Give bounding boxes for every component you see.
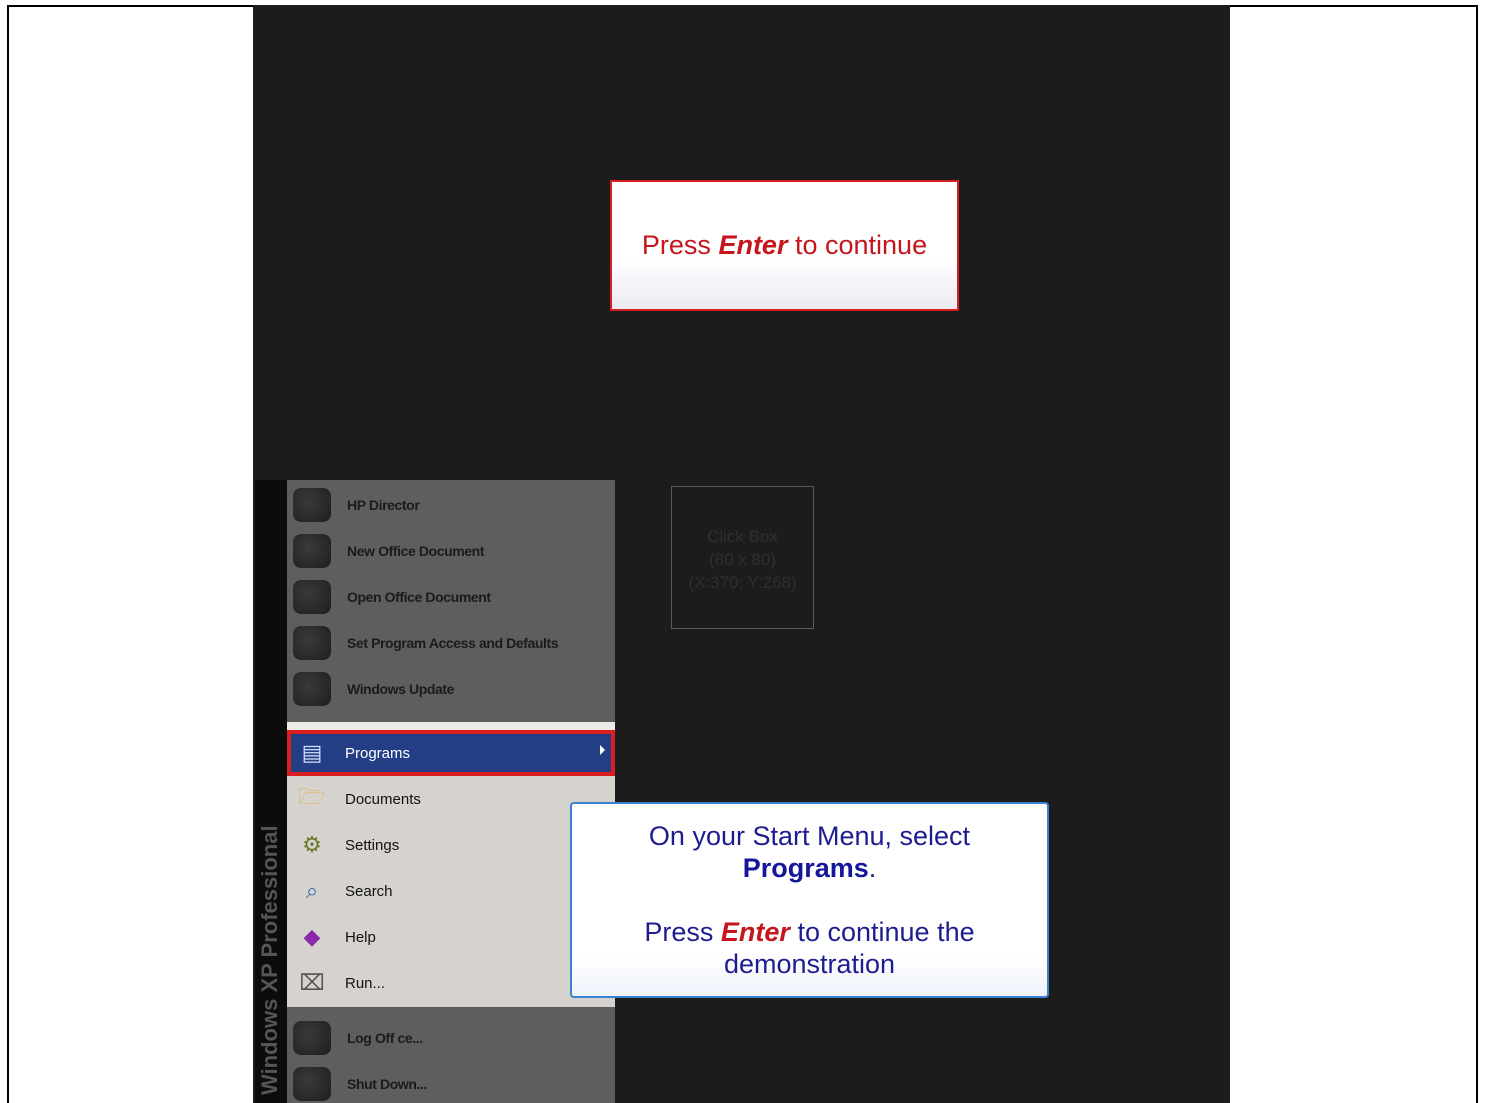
programs-icon: ▤ [301, 740, 323, 765]
menu-item-label: Documents [345, 790, 421, 808]
instruction-callout: On your Start Menu, select Programs. Pre… [570, 802, 1049, 998]
submenu-arrow-icon [600, 745, 605, 755]
menu-item-search[interactable]: ⌕ Search [287, 868, 615, 914]
menu-item-shut-down: Shut Down... [287, 1061, 615, 1103]
run-icon: ⌧ [299, 970, 325, 995]
click-box-size: (80 x 80) [708, 550, 777, 569]
menu-item-run[interactable]: ⌧ Run... [287, 960, 615, 1006]
menu-item-label: Settings [345, 836, 400, 854]
hp-director-icon [293, 488, 331, 522]
click-box[interactable]: Click Box (80 x 80) (X:370; Y:268) [671, 486, 814, 629]
click-box-coords: (X:370; Y:268) [688, 573, 797, 592]
dimmed-top-items: HP Director New Office Document Open Off… [287, 480, 615, 722]
new-document-icon [293, 534, 331, 568]
callout-demonstration: demonstration [723, 949, 896, 979]
menu-item-label: New Office Document [347, 543, 485, 559]
menu-item-label: Log Off ce... [347, 1030, 423, 1046]
windows-update-icon [293, 672, 331, 706]
menu-item-settings[interactable]: ⚙ Settings [287, 822, 615, 868]
press-enter-box[interactable]: Press Enter to continue [610, 180, 959, 311]
menu-item-help[interactable]: ◆ Help [287, 914, 615, 960]
shut-down-icon [293, 1067, 331, 1101]
menu-item-open-office-document: Open Office Document [287, 574, 615, 620]
menu-item-log-off: Log Off ce... [287, 1015, 615, 1061]
callout-target-suffix: . [868, 853, 877, 883]
documents-icon: 🗁 [298, 784, 326, 809]
demo-stage: Press Enter to continue Click Box (80 x … [253, 5, 1230, 1103]
menu-item-new-office-document: New Office Document [287, 528, 615, 574]
menu-item-label: Run... [345, 974, 386, 992]
click-box-title: Click Box [707, 527, 778, 546]
callout-continue: to continue the [797, 917, 975, 947]
open-document-icon [293, 580, 331, 614]
menu-separator [287, 722, 615, 730]
settings-icon: ⚙ [302, 832, 322, 857]
menu-item-hp-director: HP Director [287, 482, 615, 528]
enter-suffix: to continue [794, 230, 928, 260]
callout-enter-key: Enter [720, 917, 790, 947]
log-off-icon [293, 1021, 331, 1055]
menu-item-program-access: Set Program Access and Defaults [287, 620, 615, 666]
callout-press: Press [644, 917, 714, 947]
menu-item-programs[interactable]: ▤ Programs [287, 730, 615, 776]
sidebar-brand-text: Windows XP Professional [257, 825, 282, 1095]
enter-key: Enter [718, 230, 788, 260]
menu-item-windows-update: Windows Update [287, 666, 615, 712]
start-menu-main-items: ▤ Programs 🗁 Documents ⚙ Settings ⌕ Sear… [287, 730, 615, 1007]
enter-prefix: Press [641, 230, 711, 260]
menu-item-label: Set Program Access and Defaults [347, 635, 559, 651]
menu-item-label: Windows Update [347, 681, 455, 697]
program-access-icon [293, 626, 331, 660]
search-icon: ⌕ [305, 878, 319, 903]
start-menu-sidebar: Windows XP Professional [255, 480, 287, 1103]
menu-item-label: Shut Down... [347, 1076, 427, 1092]
menu-item-documents[interactable]: 🗁 Documents [287, 776, 615, 822]
menu-item-label: Open Office Document [347, 589, 491, 605]
start-menu: Windows XP Professional HP Director New … [255, 480, 615, 1103]
dimmed-bottom-items: Log Off ce... Shut Down... [287, 1007, 615, 1103]
menu-item-label: Search [345, 882, 393, 900]
callout-instruction: On your Start Menu, select [648, 821, 971, 851]
menu-item-label: HP Director [347, 497, 420, 513]
help-icon: ◆ [303, 924, 321, 949]
menu-item-label: Help [345, 928, 376, 946]
callout-target: Programs [742, 853, 869, 883]
menu-item-label: Programs [345, 744, 411, 762]
